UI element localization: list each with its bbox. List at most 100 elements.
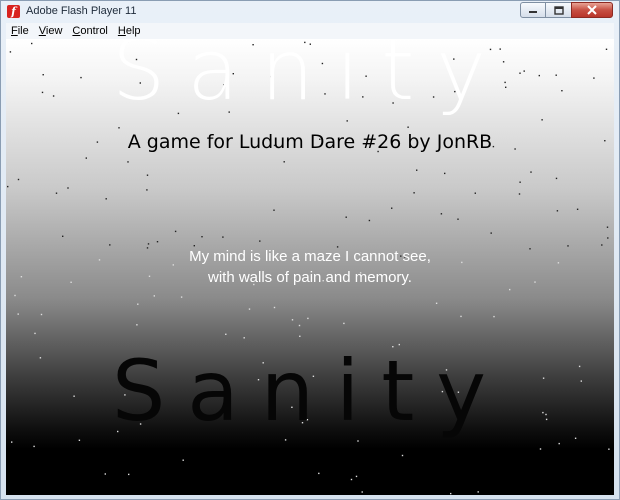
star-speck <box>137 303 139 305</box>
maximize-button[interactable] <box>546 2 571 18</box>
flash-player-icon: f <box>7 5 20 18</box>
star-speck <box>490 232 492 234</box>
star-speck <box>283 161 285 163</box>
title-bar[interactable]: f Adobe Flash Player 11 <box>1 1 619 23</box>
star-speck <box>17 178 20 181</box>
star-speck <box>368 219 371 222</box>
star-speck <box>391 207 393 209</box>
star-speck <box>608 448 610 450</box>
star-speck <box>147 243 150 245</box>
star-speck <box>440 213 443 215</box>
star-speck <box>493 315 495 318</box>
star-speck <box>153 295 155 297</box>
star-speck <box>225 333 227 335</box>
star-speck <box>118 127 120 129</box>
menu-help-accel: H <box>117 25 126 37</box>
star-speck <box>222 236 224 238</box>
menu-file-accel: F <box>11 25 18 37</box>
menu-control[interactable]: Control <box>67 23 112 39</box>
menu-view-accel: V <box>38 25 46 37</box>
star-speck <box>413 192 415 194</box>
star-speck <box>416 169 418 171</box>
star-speck <box>55 192 58 194</box>
intro-quote: My mind is like a maze I cannot see, wit… <box>6 246 614 288</box>
star-speck <box>539 448 542 450</box>
star-speck <box>477 491 479 493</box>
star-speck <box>67 187 69 189</box>
star-speck <box>343 322 345 325</box>
star-speck <box>606 226 609 228</box>
star-speck <box>201 236 203 238</box>
game-subtitle: A game for Ludum Dare #26 by JonRB <box>127 131 493 153</box>
star-speck <box>14 294 16 297</box>
star-speck <box>607 237 609 239</box>
quote-line-2: with walls of pain and memory. <box>208 269 412 286</box>
minimize-icon <box>529 11 537 13</box>
game-stage[interactable]: Sanity A game for Ludum Dare #26 by JonR… <box>6 39 614 495</box>
star-speck <box>457 218 459 220</box>
star-speck <box>146 189 148 191</box>
star-speck <box>355 475 358 478</box>
window-title: Adobe Flash Player 11 <box>26 5 137 17</box>
star-speck <box>345 216 347 218</box>
menu-file[interactable]: File <box>6 23 34 39</box>
star-speck <box>298 324 301 327</box>
star-speck <box>556 210 559 212</box>
star-speck <box>460 315 462 318</box>
star-speck <box>174 230 177 233</box>
star-speck <box>346 120 348 122</box>
flash-player-window: f Adobe Flash Player 11 File View Contro… <box>0 0 620 500</box>
menu-view-rest: iew <box>45 25 63 37</box>
star-speck <box>11 441 13 443</box>
menu-help-rest: elp <box>125 25 141 37</box>
star-speck <box>17 313 19 315</box>
star-speck <box>259 240 261 242</box>
star-speck <box>182 459 184 461</box>
star-speck <box>307 317 309 320</box>
menu-view[interactable]: View <box>34 23 68 39</box>
star-speck <box>474 192 476 194</box>
star-speck <box>156 241 159 243</box>
star-speck <box>541 119 543 121</box>
star-speck <box>518 193 521 195</box>
star-speck <box>127 161 129 163</box>
star-speck <box>519 181 521 183</box>
close-icon <box>587 5 597 15</box>
window-controls <box>520 2 613 18</box>
menu-help[interactable]: Help <box>113 23 146 39</box>
star-speck <box>273 209 275 211</box>
star-speck <box>361 491 363 493</box>
star-speck <box>104 473 106 475</box>
menu-control-rest: ontrol <box>80 25 108 37</box>
star-speck <box>248 308 251 310</box>
star-speck <box>136 324 138 326</box>
close-button[interactable] <box>571 2 613 18</box>
star-speck <box>85 157 87 159</box>
star-speck <box>146 174 149 176</box>
star-speck <box>558 442 560 445</box>
star-speck <box>273 306 276 309</box>
star-speck <box>299 335 301 337</box>
star-speck <box>7 185 9 188</box>
star-speck <box>555 177 558 180</box>
star-speck <box>62 235 64 237</box>
star-speck <box>34 332 36 335</box>
minimize-button[interactable] <box>520 2 546 18</box>
menu-bar: File View Control Help <box>6 23 614 39</box>
star-speck <box>357 440 359 442</box>
star-speck <box>435 302 438 304</box>
star-speck <box>180 296 183 298</box>
game-logo: Sanity <box>111 39 509 119</box>
star-speck <box>407 126 409 128</box>
star-speck <box>40 313 43 316</box>
star-speck <box>350 478 353 481</box>
star-speck <box>33 445 35 448</box>
star-speck <box>291 319 294 321</box>
game-logo-reflection: Sanity <box>111 342 509 440</box>
star-speck <box>105 198 107 200</box>
star-speck <box>444 172 446 175</box>
menu-file-rest: ile <box>17 25 29 37</box>
star-speck <box>530 171 532 173</box>
star-speck <box>318 472 320 475</box>
star-speck <box>243 337 245 339</box>
